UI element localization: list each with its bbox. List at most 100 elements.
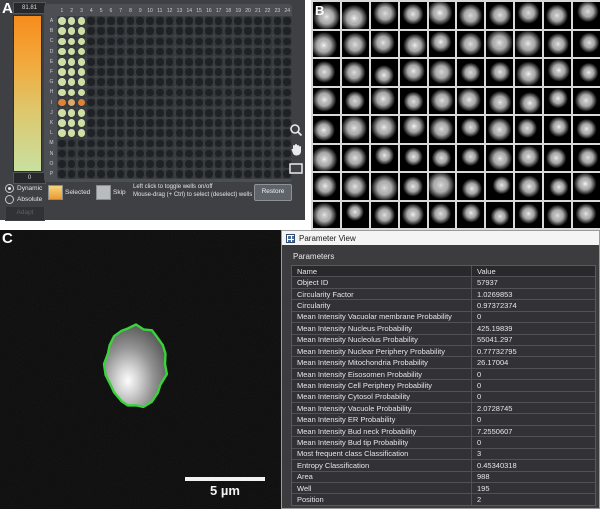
well-A22[interactable] (263, 16, 273, 26)
well-L6[interactable] (106, 128, 116, 138)
well-G2[interactable] (67, 77, 77, 87)
well-O5[interactable] (96, 159, 106, 169)
well-D17[interactable] (214, 47, 224, 57)
well-J21[interactable] (253, 108, 263, 118)
well-F17[interactable] (214, 67, 224, 77)
well-H5[interactable] (96, 87, 106, 97)
gallery-cell-tile-8[interactable] (515, 2, 542, 29)
well-H14[interactable] (184, 87, 194, 97)
gallery-cell-tile-11[interactable] (313, 31, 340, 58)
well-F14[interactable] (184, 67, 194, 77)
well-J9[interactable] (135, 108, 145, 118)
well-A17[interactable] (214, 16, 224, 26)
gallery-cell-tile-14[interactable] (400, 31, 427, 58)
well-P12[interactable] (165, 169, 175, 179)
well-K7[interactable] (116, 118, 126, 128)
well-F4[interactable] (86, 67, 96, 77)
well-K9[interactable] (135, 118, 145, 128)
well-G22[interactable] (263, 77, 273, 87)
well-K17[interactable] (214, 118, 224, 128)
well-N11[interactable] (155, 148, 165, 158)
well-P20[interactable] (243, 169, 253, 179)
well-A5[interactable] (96, 16, 106, 26)
gallery-cell-tile-16[interactable] (457, 31, 484, 58)
gallery-cell-tile-74[interactable] (400, 202, 427, 229)
well-L17[interactable] (214, 128, 224, 138)
well-I7[interactable] (116, 98, 126, 108)
gallery-cell-tile-35[interactable] (429, 88, 456, 115)
well-J24[interactable] (282, 108, 292, 118)
well-B2[interactable] (67, 26, 77, 36)
well-H12[interactable] (165, 87, 175, 97)
gallery-cell-tile-73[interactable] (371, 202, 398, 229)
well-F20[interactable] (243, 67, 253, 77)
well-C13[interactable] (175, 36, 185, 46)
gallery-cell-tile-58[interactable] (515, 145, 542, 172)
well-I11[interactable] (155, 98, 165, 108)
well-K11[interactable] (155, 118, 165, 128)
well-M3[interactable] (77, 138, 87, 148)
well-F7[interactable] (116, 67, 126, 77)
well-K10[interactable] (145, 118, 155, 128)
well-E2[interactable] (67, 57, 77, 67)
well-E13[interactable] (175, 57, 185, 67)
gallery-cell-tile-31[interactable] (313, 88, 340, 115)
well-N7[interactable] (116, 148, 126, 158)
well-A11[interactable] (155, 16, 165, 26)
gallery-cell-tile-72[interactable] (342, 202, 369, 229)
well-P6[interactable] (106, 169, 116, 179)
segmented-cell[interactable] (98, 312, 178, 418)
gallery-cell-tile-78[interactable] (515, 202, 542, 229)
gallery-cell-tile-63[interactable] (371, 173, 398, 200)
well-P14[interactable] (184, 169, 194, 179)
well-D5[interactable] (96, 47, 106, 57)
well-I1[interactable] (57, 98, 67, 108)
gallery-cell-tile-55[interactable] (429, 145, 456, 172)
well-M2[interactable] (67, 138, 77, 148)
well-G6[interactable] (106, 77, 116, 87)
well-K21[interactable] (253, 118, 263, 128)
well-M22[interactable] (263, 138, 273, 148)
well-O12[interactable] (165, 159, 175, 169)
well-M17[interactable] (214, 138, 224, 148)
well-M20[interactable] (243, 138, 253, 148)
well-M14[interactable] (184, 138, 194, 148)
well-A8[interactable] (126, 16, 136, 26)
well-A15[interactable] (194, 16, 204, 26)
gallery-cell-tile-21[interactable] (313, 59, 340, 86)
well-P8[interactable] (126, 169, 136, 179)
well-H10[interactable] (145, 87, 155, 97)
well-I21[interactable] (253, 98, 263, 108)
gallery-cell-tile-13[interactable] (371, 31, 398, 58)
well-D14[interactable] (184, 47, 194, 57)
well-J15[interactable] (194, 108, 204, 118)
gallery-cell-tile-48[interactable] (515, 116, 542, 143)
well-O2[interactable] (67, 159, 77, 169)
well-B21[interactable] (253, 26, 263, 36)
well-B15[interactable] (194, 26, 204, 36)
well-J17[interactable] (214, 108, 224, 118)
well-D21[interactable] (253, 47, 263, 57)
well-D12[interactable] (165, 47, 175, 57)
well-C14[interactable] (184, 36, 194, 46)
gallery-cell-tile-51[interactable] (313, 145, 340, 172)
gallery-cell-tile-59[interactable] (544, 145, 571, 172)
well-L7[interactable] (116, 128, 126, 138)
well-P22[interactable] (263, 169, 273, 179)
well-A24[interactable] (282, 16, 292, 26)
well-B14[interactable] (184, 26, 194, 36)
well-J4[interactable] (86, 108, 96, 118)
well-K5[interactable] (96, 118, 106, 128)
well-A4[interactable] (86, 16, 96, 26)
well-N22[interactable] (263, 148, 273, 158)
well-A2[interactable] (67, 16, 77, 26)
gallery-cell-tile-56[interactable] (457, 145, 484, 172)
gallery-cell-tile-66[interactable] (457, 173, 484, 200)
well-I9[interactable] (135, 98, 145, 108)
well-M21[interactable] (253, 138, 263, 148)
well-P3[interactable] (77, 169, 87, 179)
well-G23[interactable] (273, 77, 283, 87)
well-H22[interactable] (263, 87, 273, 97)
well-P21[interactable] (253, 169, 263, 179)
well-B24[interactable] (282, 26, 292, 36)
